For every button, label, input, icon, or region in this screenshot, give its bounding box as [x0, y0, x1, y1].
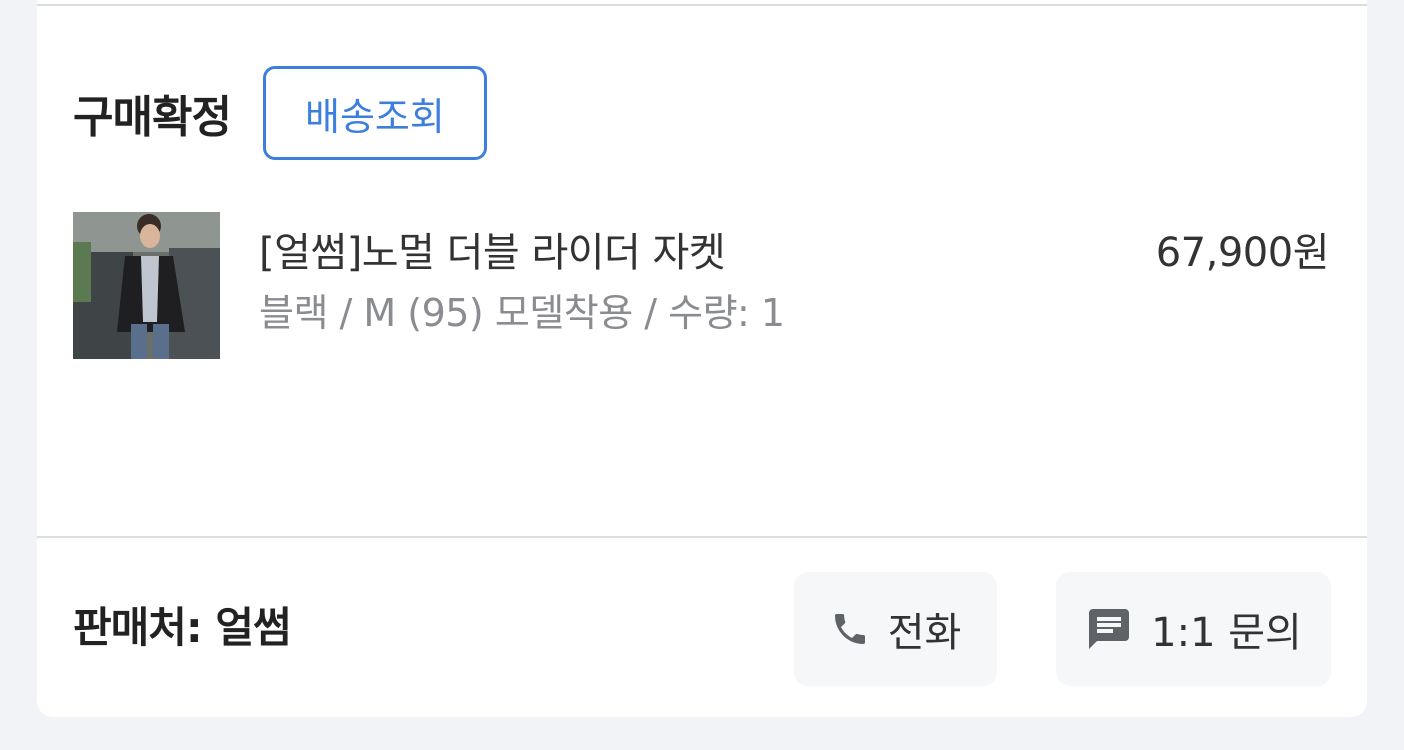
product-option: 블랙 / M (95) 모델착용 / 수량: 1	[259, 291, 785, 335]
chat-icon	[1085, 605, 1133, 653]
inquiry-button[interactable]: 1:1 문의	[1056, 572, 1331, 686]
seller-label: 판매처: 얼썸	[73, 603, 292, 652]
order-card: 구매확정 배송조회 [얼썸]노멀 더블 라이더 자켓 블랙 / M (95) 모…	[37, 0, 1367, 717]
product-name[interactable]: [얼썸]노멀 더블 라이더 자켓	[259, 220, 726, 278]
product-item[interactable]: [얼썸]노멀 더블 라이더 자켓 블랙 / M (95) 모델착용 / 수량: …	[73, 212, 1330, 360]
call-button[interactable]: 전화	[794, 572, 997, 686]
order-status-title: 구매확정	[73, 92, 232, 143]
track-delivery-button[interactable]: 배송조회	[262, 66, 487, 160]
call-button-label: 전화	[887, 610, 962, 656]
divider	[37, 4, 1367, 6]
inquiry-button-label: 1:1 문의	[1151, 610, 1302, 656]
product-price: 67,900원	[1155, 230, 1330, 276]
phone-icon	[830, 609, 870, 649]
product-thumbnail[interactable]	[73, 212, 220, 359]
product-photo-icon	[73, 212, 220, 359]
divider	[37, 536, 1367, 538]
order-status-row: 구매확정 배송조회	[73, 66, 487, 160]
